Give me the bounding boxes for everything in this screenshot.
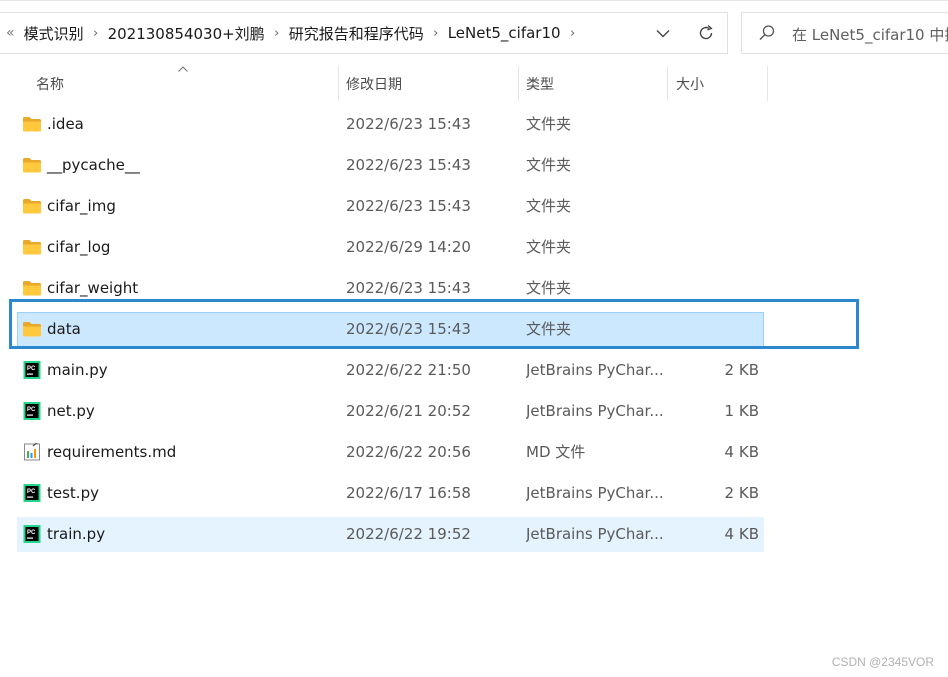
chevron-right-icon[interactable]: › xyxy=(561,26,585,41)
column-header-date-label: 修改日期 xyxy=(346,76,402,93)
folder-icon xyxy=(23,281,41,296)
file-row[interactable]: PC test.py 2022/6/17 16:58 JetBrains PyC… xyxy=(17,476,764,511)
pycharm-file-icon: PC xyxy=(23,484,41,502)
file-date: 2022/6/22 19:52 xyxy=(346,525,471,543)
breadcrumb-item-pattern-recognition[interactable]: 模式识别 xyxy=(24,23,84,44)
file-name: train.py xyxy=(47,525,106,543)
file-date: 2022/6/23 15:43 xyxy=(346,320,471,338)
file-name: cifar_log xyxy=(47,238,111,256)
file-date: 2022/6/21 20:52 xyxy=(346,402,471,420)
file-row[interactable]: PC main.py 2022/6/22 21:50 JetBrains PyC… xyxy=(17,353,764,388)
file-date: 2022/6/17 16:58 xyxy=(346,484,471,502)
pycharm-file-icon: PC xyxy=(23,361,41,379)
breadcrumb: « 模式识别 › 202130854030+刘鹏 › 研究报告和程序代码 › L… xyxy=(0,13,585,53)
file-row[interactable]: cifar_weight 2022/6/23 15:43 文件夹 xyxy=(17,271,764,306)
column-header-row: 名称 修改日期 类型 大小 xyxy=(17,66,768,101)
column-divider[interactable] xyxy=(767,66,768,101)
file-type: 文件夹 xyxy=(526,115,572,133)
column-header-date[interactable]: 修改日期 xyxy=(346,66,516,101)
column-header-name-label: 名称 xyxy=(36,76,64,93)
file-date: 2022/6/22 21:50 xyxy=(346,361,471,379)
file-date: 2022/6/23 15:43 xyxy=(346,115,471,133)
file-name: .idea xyxy=(47,115,84,133)
file-name: cifar_weight xyxy=(47,279,139,297)
file-size: 4 KB xyxy=(724,525,759,543)
sort-ascending-icon xyxy=(178,66,188,72)
file-name: data xyxy=(47,320,81,338)
column-divider[interactable] xyxy=(518,66,519,101)
file-date: 2022/6/23 15:43 xyxy=(346,197,471,215)
file-row[interactable]: cifar_img 2022/6/23 15:43 文件夹 xyxy=(17,189,764,224)
file-name: net.py xyxy=(47,402,95,420)
search-box[interactable]: 在 LeNet5_cifar10 中搜 xyxy=(741,12,948,54)
column-header-type[interactable]: 类型 xyxy=(526,66,666,101)
file-name: test.py xyxy=(47,484,99,502)
file-name: requirements.md xyxy=(47,443,177,461)
chevron-right-icon[interactable]: › xyxy=(265,26,289,41)
breadcrumb-item-report-code[interactable]: 研究报告和程序代码 xyxy=(289,23,424,44)
file-size: 1 KB xyxy=(724,402,759,420)
chevron-right-icon[interactable]: › xyxy=(84,26,108,41)
svg-text:PC: PC xyxy=(27,489,36,495)
file-type: 文件夹 xyxy=(526,156,572,174)
file-size: 4 KB xyxy=(724,443,759,461)
svg-text:PC: PC xyxy=(27,366,36,372)
file-date: 2022/6/23 15:43 xyxy=(346,156,471,174)
file-row[interactable]: PC net.py 2022/6/21 20:52 JetBrains PyCh… xyxy=(17,394,764,429)
column-header-size[interactable]: 大小 xyxy=(676,66,756,101)
svg-text:PC: PC xyxy=(27,407,36,413)
folder-icon xyxy=(23,158,41,173)
refresh-button[interactable] xyxy=(693,21,719,45)
pycharm-file-icon: PC xyxy=(23,525,41,543)
file-type: 文件夹 xyxy=(526,197,572,215)
file-size: 2 KB xyxy=(724,484,759,502)
markdown-file-icon xyxy=(24,443,40,461)
file-type: JetBrains PyChar... xyxy=(526,361,664,379)
refresh-icon xyxy=(699,24,713,40)
file-type: MD 文件 xyxy=(526,443,586,461)
breadcrumb-item-student-folder[interactable]: 202130854030+刘鹏 xyxy=(108,23,265,44)
file-type: JetBrains PyChar... xyxy=(526,525,664,543)
file-type: 文件夹 xyxy=(526,320,572,338)
file-row[interactable]: .idea 2022/6/23 15:43 文件夹 xyxy=(17,107,764,142)
file-date: 2022/6/29 14:20 xyxy=(346,238,471,256)
file-row[interactable]: requirements.md 2022/6/22 20:56 MD 文件 4 … xyxy=(17,435,764,470)
file-type: JetBrains PyChar... xyxy=(526,484,664,502)
breadcrumb-overflow-button[interactable]: « xyxy=(6,25,15,41)
search-icon xyxy=(759,25,775,41)
file-row[interactable]: cifar_log 2022/6/29 14:20 文件夹 xyxy=(17,230,764,265)
file-date: 2022/6/22 20:56 xyxy=(346,443,471,461)
column-divider[interactable] xyxy=(667,66,668,101)
svg-text:PC: PC xyxy=(27,530,36,536)
file-name: cifar_img xyxy=(47,197,116,215)
file-type: 文件夹 xyxy=(526,238,572,256)
chevron-down-icon xyxy=(656,29,670,37)
file-row-hovered[interactable]: PC train.py 2022/6/22 19:52 JetBrains Py… xyxy=(17,517,764,552)
column-header-size-label: 大小 xyxy=(676,76,704,93)
file-row-selected[interactable]: data 2022/6/23 15:43 文件夹 xyxy=(17,312,764,347)
file-type: JetBrains PyChar... xyxy=(526,402,664,420)
history-dropdown-button[interactable] xyxy=(652,21,674,45)
search-placeholder: 在 LeNet5_cifar10 中搜 xyxy=(792,26,948,44)
window-top-border xyxy=(0,0,948,1)
file-name: main.py xyxy=(47,361,108,379)
chevron-right-icon[interactable]: › xyxy=(424,26,448,41)
pycharm-file-icon: PC xyxy=(23,402,41,420)
watermark: CSDN @2345VOR xyxy=(831,655,934,669)
file-row[interactable]: __pycache__ 2022/6/23 15:43 文件夹 xyxy=(17,148,764,183)
column-header-type-label: 类型 xyxy=(526,76,554,93)
folder-icon xyxy=(23,240,41,255)
file-date: 2022/6/23 15:43 xyxy=(346,279,471,297)
folder-icon xyxy=(23,117,41,132)
folder-icon xyxy=(23,322,41,337)
column-divider[interactable] xyxy=(338,66,339,101)
folder-icon xyxy=(23,199,41,214)
breadcrumb-item-current-folder[interactable]: LeNet5_cifar10 xyxy=(448,24,561,42)
address-bar[interactable]: « 模式识别 › 202130854030+刘鹏 › 研究报告和程序代码 › L… xyxy=(0,12,728,54)
file-name: __pycache__ xyxy=(47,156,140,174)
file-size: 2 KB xyxy=(724,361,759,379)
file-type: 文件夹 xyxy=(526,279,572,297)
